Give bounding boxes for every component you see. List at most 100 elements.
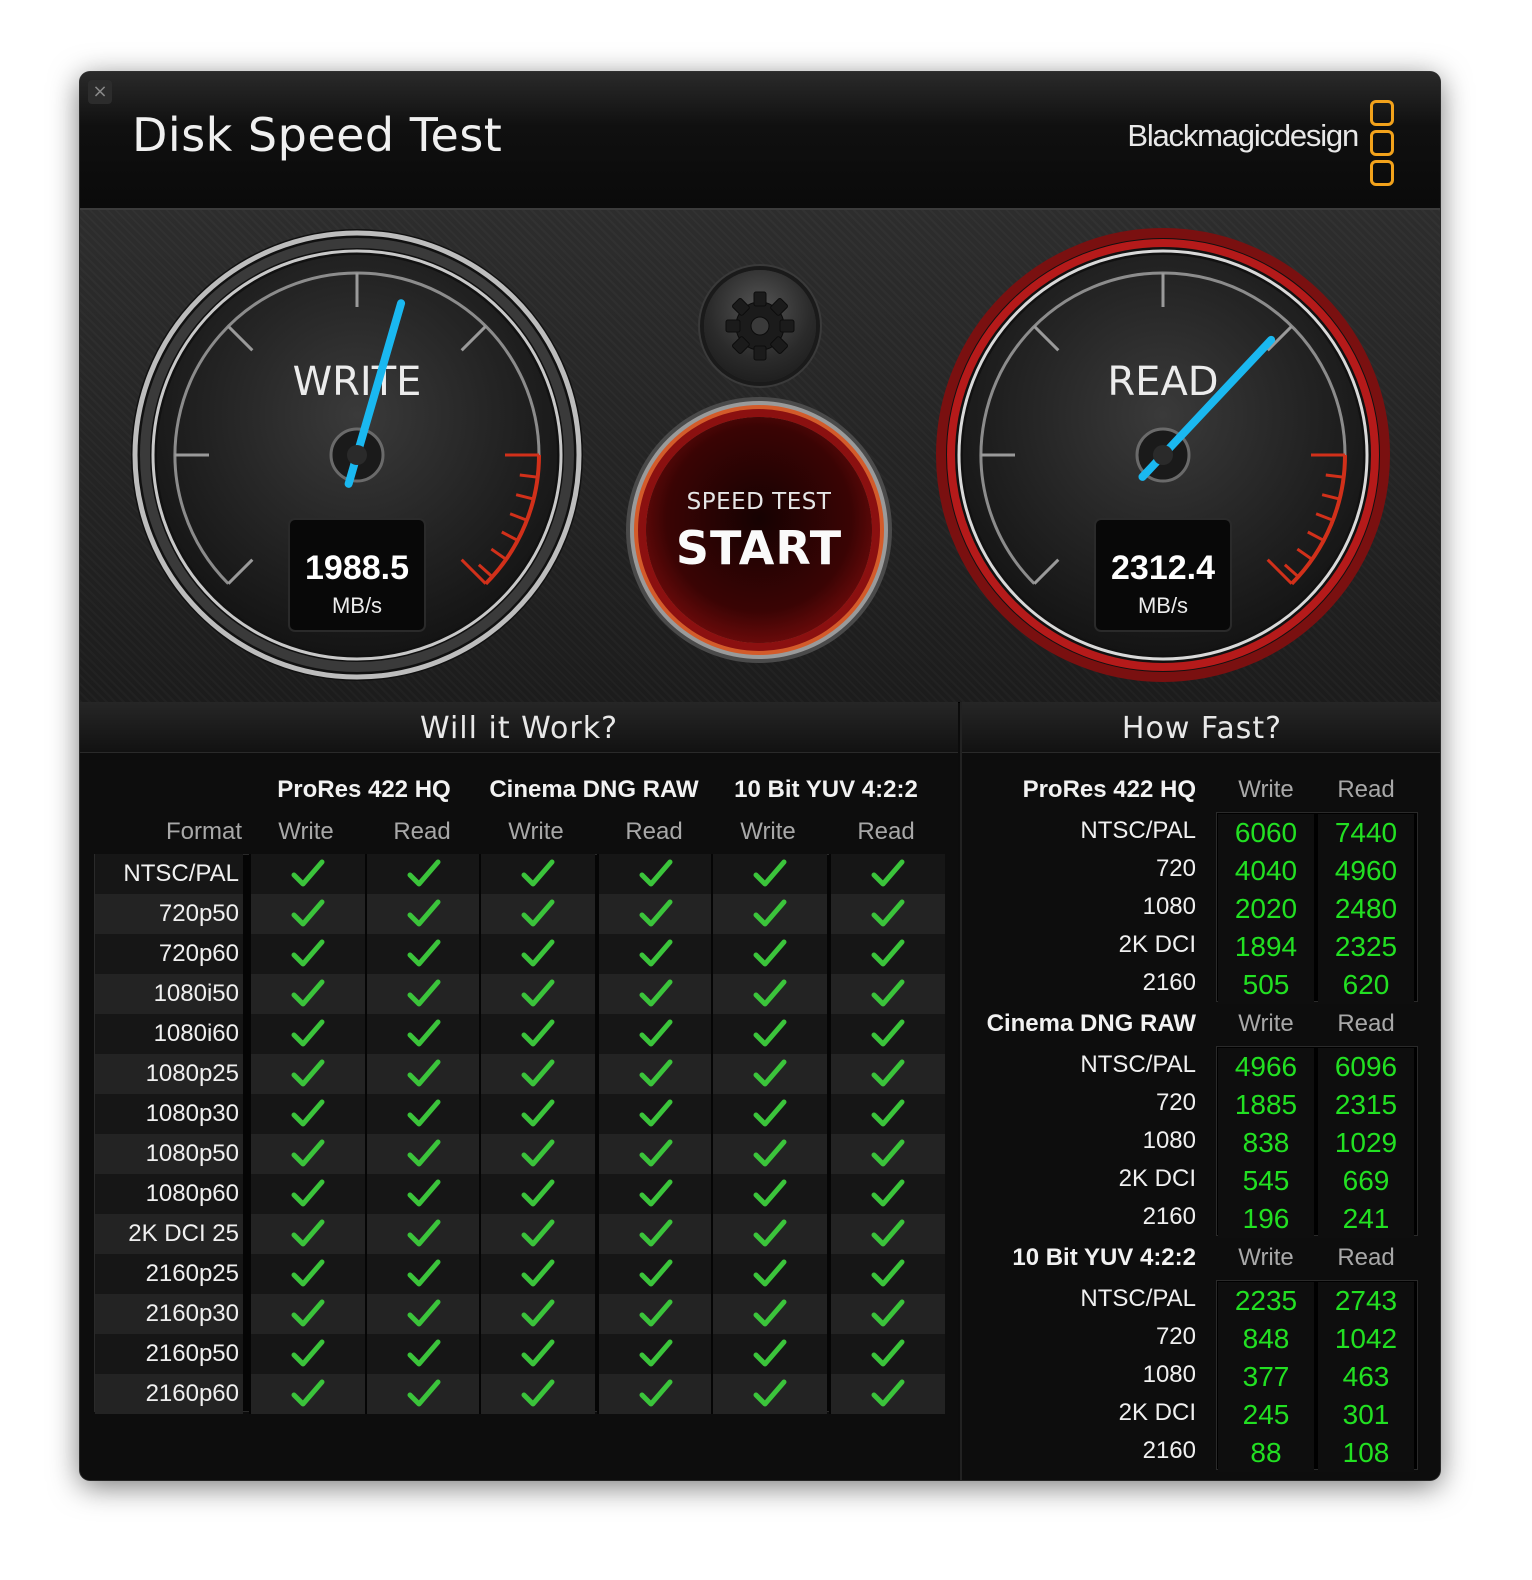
check-icon [639,1139,673,1167]
format-label: 2160p30 [145,1300,239,1327]
check-cell [479,934,595,974]
check-cell [597,974,713,1014]
check-cell [597,1134,713,1174]
brand-logo-icon [1370,100,1394,186]
check-cell [365,894,481,934]
settings-button[interactable] [704,270,816,382]
check-icon [521,1379,555,1407]
write-speed-value: 1885 [1218,1086,1314,1124]
check-cell [249,854,365,894]
check-cell [365,1174,481,1214]
read-speed-value: 4960 [1318,852,1414,890]
check-icon [521,1059,555,1087]
check-cell [711,1214,827,1254]
column-header: Read [393,818,451,845]
check-icon [407,1059,441,1087]
check-cell [479,1054,595,1094]
start-button[interactable]: SPEED TEST START [646,417,872,643]
read-speed-value: 2325 [1318,928,1414,966]
write-speed-value: 6060 [1218,814,1314,852]
check-cell [711,934,827,974]
speed-row-label: NTSC/PAL [1080,1285,1196,1312]
check-icon [871,1299,905,1327]
check-icon [753,1219,787,1247]
check-icon [291,1179,325,1207]
check-icon [407,1019,441,1047]
check-cell [249,1374,365,1414]
check-cell [711,1174,827,1214]
check-cell [249,1294,365,1334]
check-cell [479,1254,595,1294]
codec-header: Cinema DNG RAW [489,776,699,803]
check-cell [479,1334,595,1374]
check-cell [711,894,827,934]
check-icon [407,1099,441,1127]
check-cell [249,934,365,974]
check-icon [639,1379,673,1407]
check-cell [829,1334,945,1374]
gauge-value: 2312.4 [1111,549,1215,587]
table-row: 1080p50 [95,1134,945,1174]
start-button-label: START [675,521,843,575]
app-title: Disk Speed Test [132,108,503,162]
check-icon [407,1339,441,1367]
check-cell [365,974,481,1014]
table-row: 2160p30 [95,1294,945,1334]
check-icon [521,939,555,967]
gauge-label: READ [1107,359,1218,405]
check-icon [639,1259,673,1287]
check-icon [521,1099,555,1127]
check-cell [479,974,595,1014]
speed-row-label: 2K DCI [1118,1165,1196,1192]
check-icon [639,1019,673,1047]
read-speed-value: 2743 [1318,1282,1414,1320]
check-cell [249,1214,365,1254]
title-bar: × Disk Speed Test Blackmagicdesign [80,72,1440,210]
check-icon [639,1339,673,1367]
check-icon [291,1299,325,1327]
read-speed-value: 6096 [1318,1048,1414,1086]
format-header: Format [165,818,242,845]
check-icon [871,1219,905,1247]
check-cell [249,974,365,1014]
codec-header: ProRes 422 HQ [277,776,451,803]
read-speed-value: 463 [1318,1358,1414,1396]
speed-column-header: Read [1337,776,1395,803]
table-row: 2160p60 [95,1374,945,1414]
speed-group-title: Cinema DNG RAW [986,1010,1196,1037]
check-icon [871,1019,905,1047]
check-cell [829,1214,945,1254]
will-it-work-title: Will it Work? [80,702,958,753]
check-icon [521,1299,555,1327]
check-cell [365,1254,481,1294]
table-row: 1080p60 [95,1174,945,1214]
check-icon [291,1339,325,1367]
check-icon [521,1339,555,1367]
check-cell [365,1374,481,1414]
check-cell [479,894,595,934]
start-button-caption: SPEED TEST [686,489,832,515]
speed-column-header: Write [1238,776,1294,803]
check-icon [871,1139,905,1167]
check-cell [711,974,827,1014]
check-icon [753,1299,787,1327]
read-speed-value: 301 [1318,1396,1414,1434]
speed-column-header: Write [1238,1010,1294,1037]
speed-column-header: Read [1337,1010,1395,1037]
read-speed-value: 1042 [1318,1320,1414,1358]
check-icon [407,899,441,927]
check-cell [711,1334,827,1374]
check-icon [291,1379,325,1407]
check-icon [521,1259,555,1287]
check-icon [753,1019,787,1047]
check-icon [871,1059,905,1087]
check-icon [753,1379,787,1407]
close-button[interactable]: × [88,80,112,104]
check-icon [291,1259,325,1287]
check-cell [829,934,945,974]
check-icon [639,1179,673,1207]
check-icon [871,1259,905,1287]
check-icon [521,1219,555,1247]
check-cell [365,854,481,894]
check-icon [871,1179,905,1207]
